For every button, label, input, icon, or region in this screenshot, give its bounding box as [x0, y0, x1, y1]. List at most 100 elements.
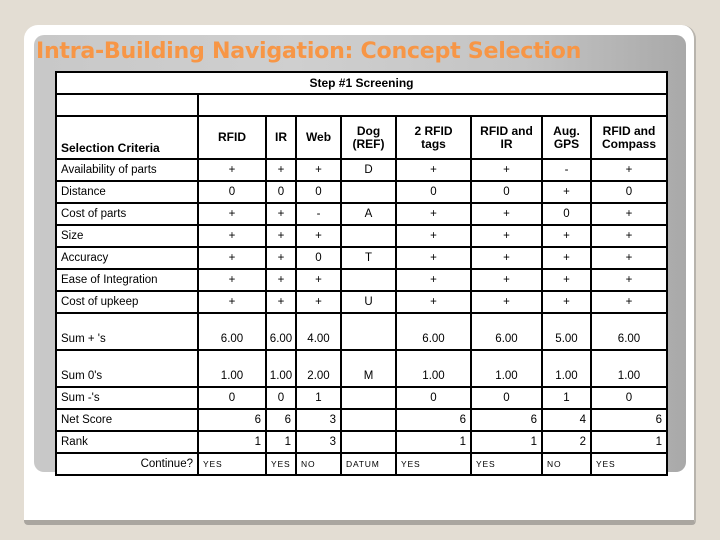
continue-value: YES	[265, 452, 297, 476]
summary-value	[340, 408, 397, 432]
summary-value: 1.00	[265, 349, 297, 388]
summary-row: Sum -'s 0 0 1 0 0 1 0	[55, 386, 668, 410]
summary-value: 1	[197, 430, 267, 454]
score-cell: 0	[295, 246, 342, 270]
summary-value: 1	[265, 430, 297, 454]
summary-value: 6	[590, 408, 668, 432]
summary-value: 6.00	[470, 312, 543, 351]
score-cell: +	[395, 202, 472, 226]
summary-row: Net Score 6 6 3 6 6 4 6	[55, 408, 668, 432]
summary-value: 5.00	[541, 312, 592, 351]
score-cell: +	[295, 224, 342, 248]
score-cell	[340, 268, 397, 292]
summary-value: 0	[470, 386, 543, 410]
score-cell: T	[340, 246, 397, 270]
score-cell: +	[197, 290, 267, 314]
score-cell: +	[590, 202, 668, 226]
criteria-row: Cost of parts + + - A + +0 +	[55, 202, 668, 226]
score-cell: +	[470, 202, 543, 226]
criteria-row: Cost of upkeep + + + U + + + +	[55, 290, 668, 314]
criterion-name: Size	[55, 224, 199, 248]
summary-value: 1.00	[541, 349, 592, 388]
score-cell	[340, 224, 397, 248]
summary-value: 2.00	[295, 349, 342, 388]
continue-value: NO	[541, 452, 592, 476]
score-cell: +	[265, 158, 297, 182]
score-cell: 0	[295, 180, 342, 204]
score-cell: +	[295, 290, 342, 314]
summary-row: Sum 0's 1.00 1.00 2.00 M 1.00 1.00 1.00 1.00	[55, 349, 668, 388]
score-cell: +	[395, 224, 472, 248]
summary-value: 1	[395, 430, 472, 454]
summary-label: Net Score	[55, 408, 199, 432]
summary-value: 0	[395, 386, 472, 410]
concept-header: Dog (REF)	[340, 115, 397, 160]
continue-value: DATUM	[340, 452, 397, 476]
score-cell: 0	[395, 180, 472, 204]
score-cell: +	[470, 246, 543, 270]
score-cell: +	[265, 202, 297, 226]
score-cell: +	[395, 246, 472, 270]
score-cell: D	[340, 158, 397, 182]
summary-value: 6.00	[265, 312, 297, 351]
continue-value: YES	[197, 452, 267, 476]
criterion-name: Cost of parts	[55, 202, 199, 226]
continue-value: NO	[295, 452, 342, 476]
score-cell: +	[590, 246, 668, 270]
score-cell: 0	[265, 180, 297, 204]
criterion-name: Ease of Integration	[55, 268, 199, 292]
summary-value: 6.00	[590, 312, 668, 351]
concept-screening-table: Step #1 Screening Selection Criteria RFI…	[55, 71, 668, 476]
summary-value	[340, 312, 397, 351]
summary-value: 1	[590, 430, 668, 454]
criteria-row: Distance 0 0 0 0 0 +0	[55, 180, 668, 204]
summary-value: 1	[541, 386, 592, 410]
summary-value: 1	[295, 386, 342, 410]
continue-row: Continue? YES YES NO DATUM YES YES NO YE…	[55, 452, 668, 476]
concept-header: IR	[265, 115, 297, 160]
summary-row: Rank 1 1 3 1 1 2 1	[55, 430, 668, 454]
score-cell: +	[470, 290, 543, 314]
concept-header: RFID and IR	[470, 115, 543, 160]
continue-value: YES	[395, 452, 472, 476]
criterion-name: Accuracy	[55, 246, 199, 270]
score-cell: +	[265, 224, 297, 248]
score-cell: +	[541, 290, 592, 314]
concept-header: 2 RFID tags	[395, 115, 472, 160]
score-cell: A	[340, 202, 397, 226]
score-cell: 0	[590, 180, 668, 204]
summary-row: Sum + 's 6.00 6.00 4.00 6.00 6.00 5.00 6.00	[55, 312, 668, 351]
criteria-rows: Availability of parts + + + D + + - + Distance 0 0 0…	[55, 158, 668, 314]
criteria-row: Size + + + + + + +	[55, 224, 668, 248]
header-row: Selection Criteria RFID IR Web Dog (REF)…	[55, 115, 668, 160]
criteria-row: Availability of parts + + + D + + - +	[55, 158, 668, 182]
score-cell: +	[470, 268, 543, 292]
score-cell: +	[470, 224, 543, 248]
score-cell: +	[590, 224, 668, 248]
summary-label: Sum 0's	[55, 349, 199, 388]
criterion-name: Cost of upkeep	[55, 290, 199, 314]
concept-header: Aug. GPS	[541, 115, 592, 160]
score-cell: +	[197, 158, 267, 182]
summary-value: 1.00	[470, 349, 543, 388]
summary-value: 0	[265, 386, 297, 410]
spacer-cell	[55, 93, 199, 117]
concept-header: RFID	[197, 115, 267, 160]
score-cell: +	[541, 268, 592, 292]
summary-value: 6	[470, 408, 543, 432]
criterion-name: Distance	[55, 180, 199, 204]
score-cell: +	[470, 158, 543, 182]
continue-label: Continue?	[55, 452, 199, 476]
summary-value: 6	[197, 408, 267, 432]
score-cell: 0	[470, 180, 543, 204]
score-cell: +	[295, 268, 342, 292]
summary-value: 2	[541, 430, 592, 454]
summary-value: 6	[395, 408, 472, 432]
score-cell: +	[197, 246, 267, 270]
score-cell: +	[590, 268, 668, 292]
score-cell: +	[265, 290, 297, 314]
continue-value: YES	[590, 452, 668, 476]
concept-header: RFID and Compass	[590, 115, 668, 160]
continue-value: YES	[470, 452, 543, 476]
score-cell: U	[340, 290, 397, 314]
